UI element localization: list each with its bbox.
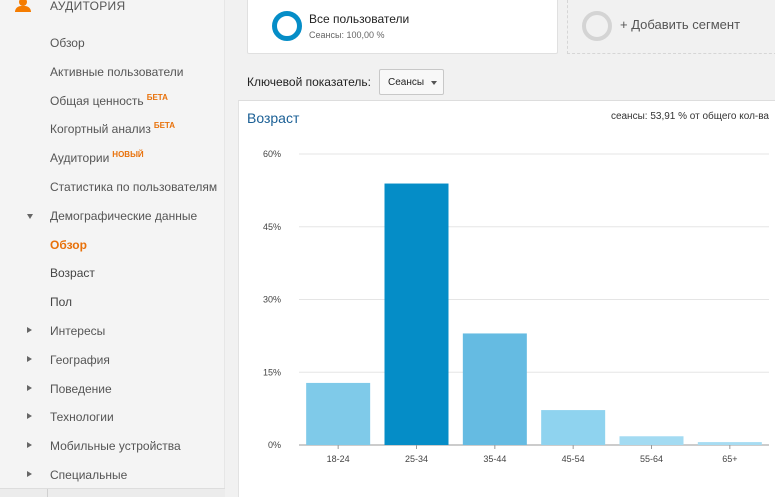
chevron-right-icon <box>27 355 32 362</box>
sidebar-item-9[interactable]: Пол <box>0 292 225 312</box>
sidebar-item-text: Мобильные устройства <box>50 439 181 454</box>
sidebar-item-label: Пол <box>50 295 72 309</box>
sidebar-item-text: Интересы <box>50 324 106 338</box>
sidebar-item-label: Обзор <box>50 238 87 252</box>
bar-35-44[interactable] <box>462 333 527 445</box>
sidebar-item-badge: БЕТА <box>146 92 168 102</box>
sidebar-item-text: Активные пользователи <box>50 64 184 79</box>
sidebar-item-5[interactable]: Статистика по пользователям <box>0 177 225 197</box>
sidebar-item-4[interactable]: Аудитории НОВЫЙ <box>0 148 225 168</box>
age-bar-chart: 0% 15% 30% 45% 60% 18-24 25-34 35-44 45-54 55-64 6… <box>263 149 769 464</box>
sidebar-item-label: Когортный анализ БЕТА <box>50 121 176 137</box>
chevron-right-icon <box>27 442 32 449</box>
segment-card-all-users[interactable]: Все пользователи Сеансы: 100,00 % <box>247 0 558 54</box>
sidebar-item-label: Интересы <box>50 324 105 338</box>
sidebar-item-label: Мобильные устройства <box>50 439 181 453</box>
chevron-right-icon <box>27 471 32 477</box>
sidebar-item-text: Когортный анализ <box>50 122 151 137</box>
sidebar-item-1[interactable]: Активные пользователи <box>0 62 225 82</box>
sidebar-item-label: Статистика по пользователям <box>50 180 217 194</box>
sidebar-item-7[interactable]: Обзор <box>0 235 225 255</box>
sidebar-item-label: Специальные <box>50 468 127 482</box>
sidebar-item-label: Обзор <box>50 36 85 50</box>
sidebar-item-text: Общая ценность <box>50 93 144 108</box>
sidebar-item-text: Возраст <box>50 266 95 281</box>
bar-55-64[interactable] <box>619 436 684 445</box>
chevron-down-icon <box>431 81 437 85</box>
sidebar-item-badge: НОВЫЙ <box>112 150 144 160</box>
sidebar-item-text: Поведение <box>50 381 112 396</box>
chart-panel: Возраст сеансы: 53,91 % от общего кол-ва… <box>238 100 775 497</box>
sidebar-item-label: Демографические данные <box>50 209 197 223</box>
sidebar-item-text: Статистика по пользователям <box>50 180 218 194</box>
sidebar-item-13[interactable]: Технологии <box>0 407 225 427</box>
add-segment-ring-icon <box>582 11 612 41</box>
x-tick-label: 65+ <box>722 454 737 464</box>
sidebar-item-text: Обзор <box>50 237 87 252</box>
y-tick-label: 30% <box>263 295 281 305</box>
sidebar-item-text: Обзор <box>50 36 85 50</box>
sidebar-footer <box>0 488 225 497</box>
y-tick-label: 45% <box>263 222 281 232</box>
sidebar-header[interactable]: АУДИТОРИЯ <box>0 0 225 16</box>
bar-65+[interactable] <box>697 442 762 445</box>
sidebar-item-text: Специальные <box>50 468 128 482</box>
bar-45-54[interactable] <box>541 410 606 445</box>
sidebar-item-label: Возраст <box>50 266 95 280</box>
segment-ring-icon <box>272 11 302 41</box>
x-tick-label: 45-54 <box>562 454 585 464</box>
sidebar-item-text: Аудитории <box>50 151 110 166</box>
sidebar-item-text: Технологии <box>50 410 114 425</box>
sidebar-item-label: Общая ценность БЕТА <box>50 92 168 108</box>
bar-25-34[interactable] <box>384 183 449 445</box>
x-tick-label: 25-34 <box>405 454 428 464</box>
add-segment-label: + Добавить сегмент <box>620 17 741 32</box>
sidebar-item-6[interactable]: Демографические данные <box>0 206 225 226</box>
sidebar-item-3[interactable]: Когортный анализ БЕТА <box>0 119 225 139</box>
x-tick-label: 35-44 <box>483 454 506 464</box>
sidebar-item-10[interactable]: Интересы <box>0 321 225 341</box>
chevron-right-icon <box>27 327 32 333</box>
sidebar-item-label: Активные пользователи <box>50 65 183 79</box>
sidebar-item-15[interactable]: Специальные <box>0 465 225 485</box>
sidebar-item-0[interactable]: Обзор <box>0 33 225 53</box>
sidebar-item-14[interactable]: Мобильные устройства <box>0 436 225 456</box>
y-tick-label: 15% <box>263 367 281 377</box>
chevron-down-icon <box>27 213 33 219</box>
sidebar-item-text: География <box>50 352 110 367</box>
sidebar-item-text: Пол <box>50 295 73 310</box>
x-tick-label: 55-64 <box>640 454 663 464</box>
metric-dropdown-value: Сеансы <box>388 77 425 88</box>
chevron-right-icon <box>27 384 32 391</box>
sidebar-item-badge: БЕТА <box>153 121 176 131</box>
metric-dropdown[interactable]: Сеансы <box>379 69 444 95</box>
y-tick-label: 60% <box>263 149 281 159</box>
sidebar-item-label: Аудитории НОВЫЙ <box>50 150 144 166</box>
sidebar-item-12[interactable]: Поведение <box>0 379 225 399</box>
segment-sessions: Сеансы: 100,00 % <box>309 30 385 40</box>
sidebar-item-label: Поведение <box>50 382 112 396</box>
sidebar-item-2[interactable]: Общая ценность БЕТА <box>0 91 225 111</box>
sidebar-item-8[interactable]: Возраст <box>0 263 225 283</box>
add-segment-button[interactable]: + Добавить сегмент <box>567 0 775 54</box>
sidebar-item-label: Технологии <box>50 410 114 424</box>
sidebar-title: АУДИТОРИЯ <box>50 0 126 13</box>
chevron-right-icon <box>27 413 32 420</box>
sidebar-item-text: Демографические данные <box>50 208 198 223</box>
metric-label: Ключевой показатель: <box>247 75 371 89</box>
sidebar-item-11[interactable]: География <box>0 350 225 370</box>
segment-name: Все пользователи <box>309 12 410 26</box>
x-tick-label: 18-24 <box>327 454 350 464</box>
sidebar-item-label: География <box>50 353 110 367</box>
bar-18-24[interactable] <box>306 382 371 445</box>
user-icon <box>14 0 32 12</box>
y-tick-label: 0% <box>268 440 281 450</box>
sidebar: АУДИТОРИЯ Обзор Активные пользователи Обща… <box>0 0 225 497</box>
